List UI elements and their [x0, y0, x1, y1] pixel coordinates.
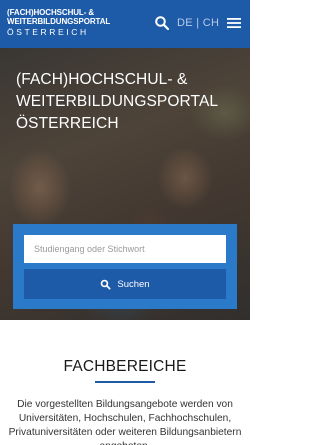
hero-title: (FACH)HOCHSCHUL- & WEITERBILDUNGSPORTAL … [16, 71, 218, 132]
logo-line-3: ÖSTERREICH [7, 27, 89, 37]
lang-separator: | [196, 17, 200, 29]
search-input[interactable] [24, 235, 226, 263]
language-switcher: DE | CH [177, 16, 219, 30]
section-title: FACHBEREICHE [63, 358, 187, 375]
section-intro-text: Die vorgestellten Bildungsangebote werde… [8, 399, 242, 445]
logo-line-1: (FACH)HOCHSCHUL- & [7, 8, 95, 17]
lang-de-link[interactable]: DE [177, 17, 193, 29]
logo-line-2: WEITERBILDUNGSPORTAL [7, 17, 111, 26]
hamburger-menu-icon[interactable] [226, 16, 242, 30]
search-icon [101, 279, 111, 290]
search-icon[interactable] [154, 15, 170, 31]
site-logo[interactable]: (FACH)HOCHSCHUL- & WEITERBILDUNGSPORTAL … [7, 8, 111, 38]
hero-banner: (FACH)HOCHSCHUL- & WEITERBILDUNGSPORTAL … [0, 48, 250, 320]
section-divider [95, 381, 155, 383]
search-button-label: Suchen [117, 278, 150, 290]
site-header: (FACH)HOCHSCHUL- & WEITERBILDUNGSPORTAL … [0, 0, 250, 48]
search-panel: Suchen [13, 224, 237, 309]
search-submit-button[interactable]: Suchen [24, 269, 226, 299]
lang-ch-link[interactable]: CH [203, 17, 220, 29]
